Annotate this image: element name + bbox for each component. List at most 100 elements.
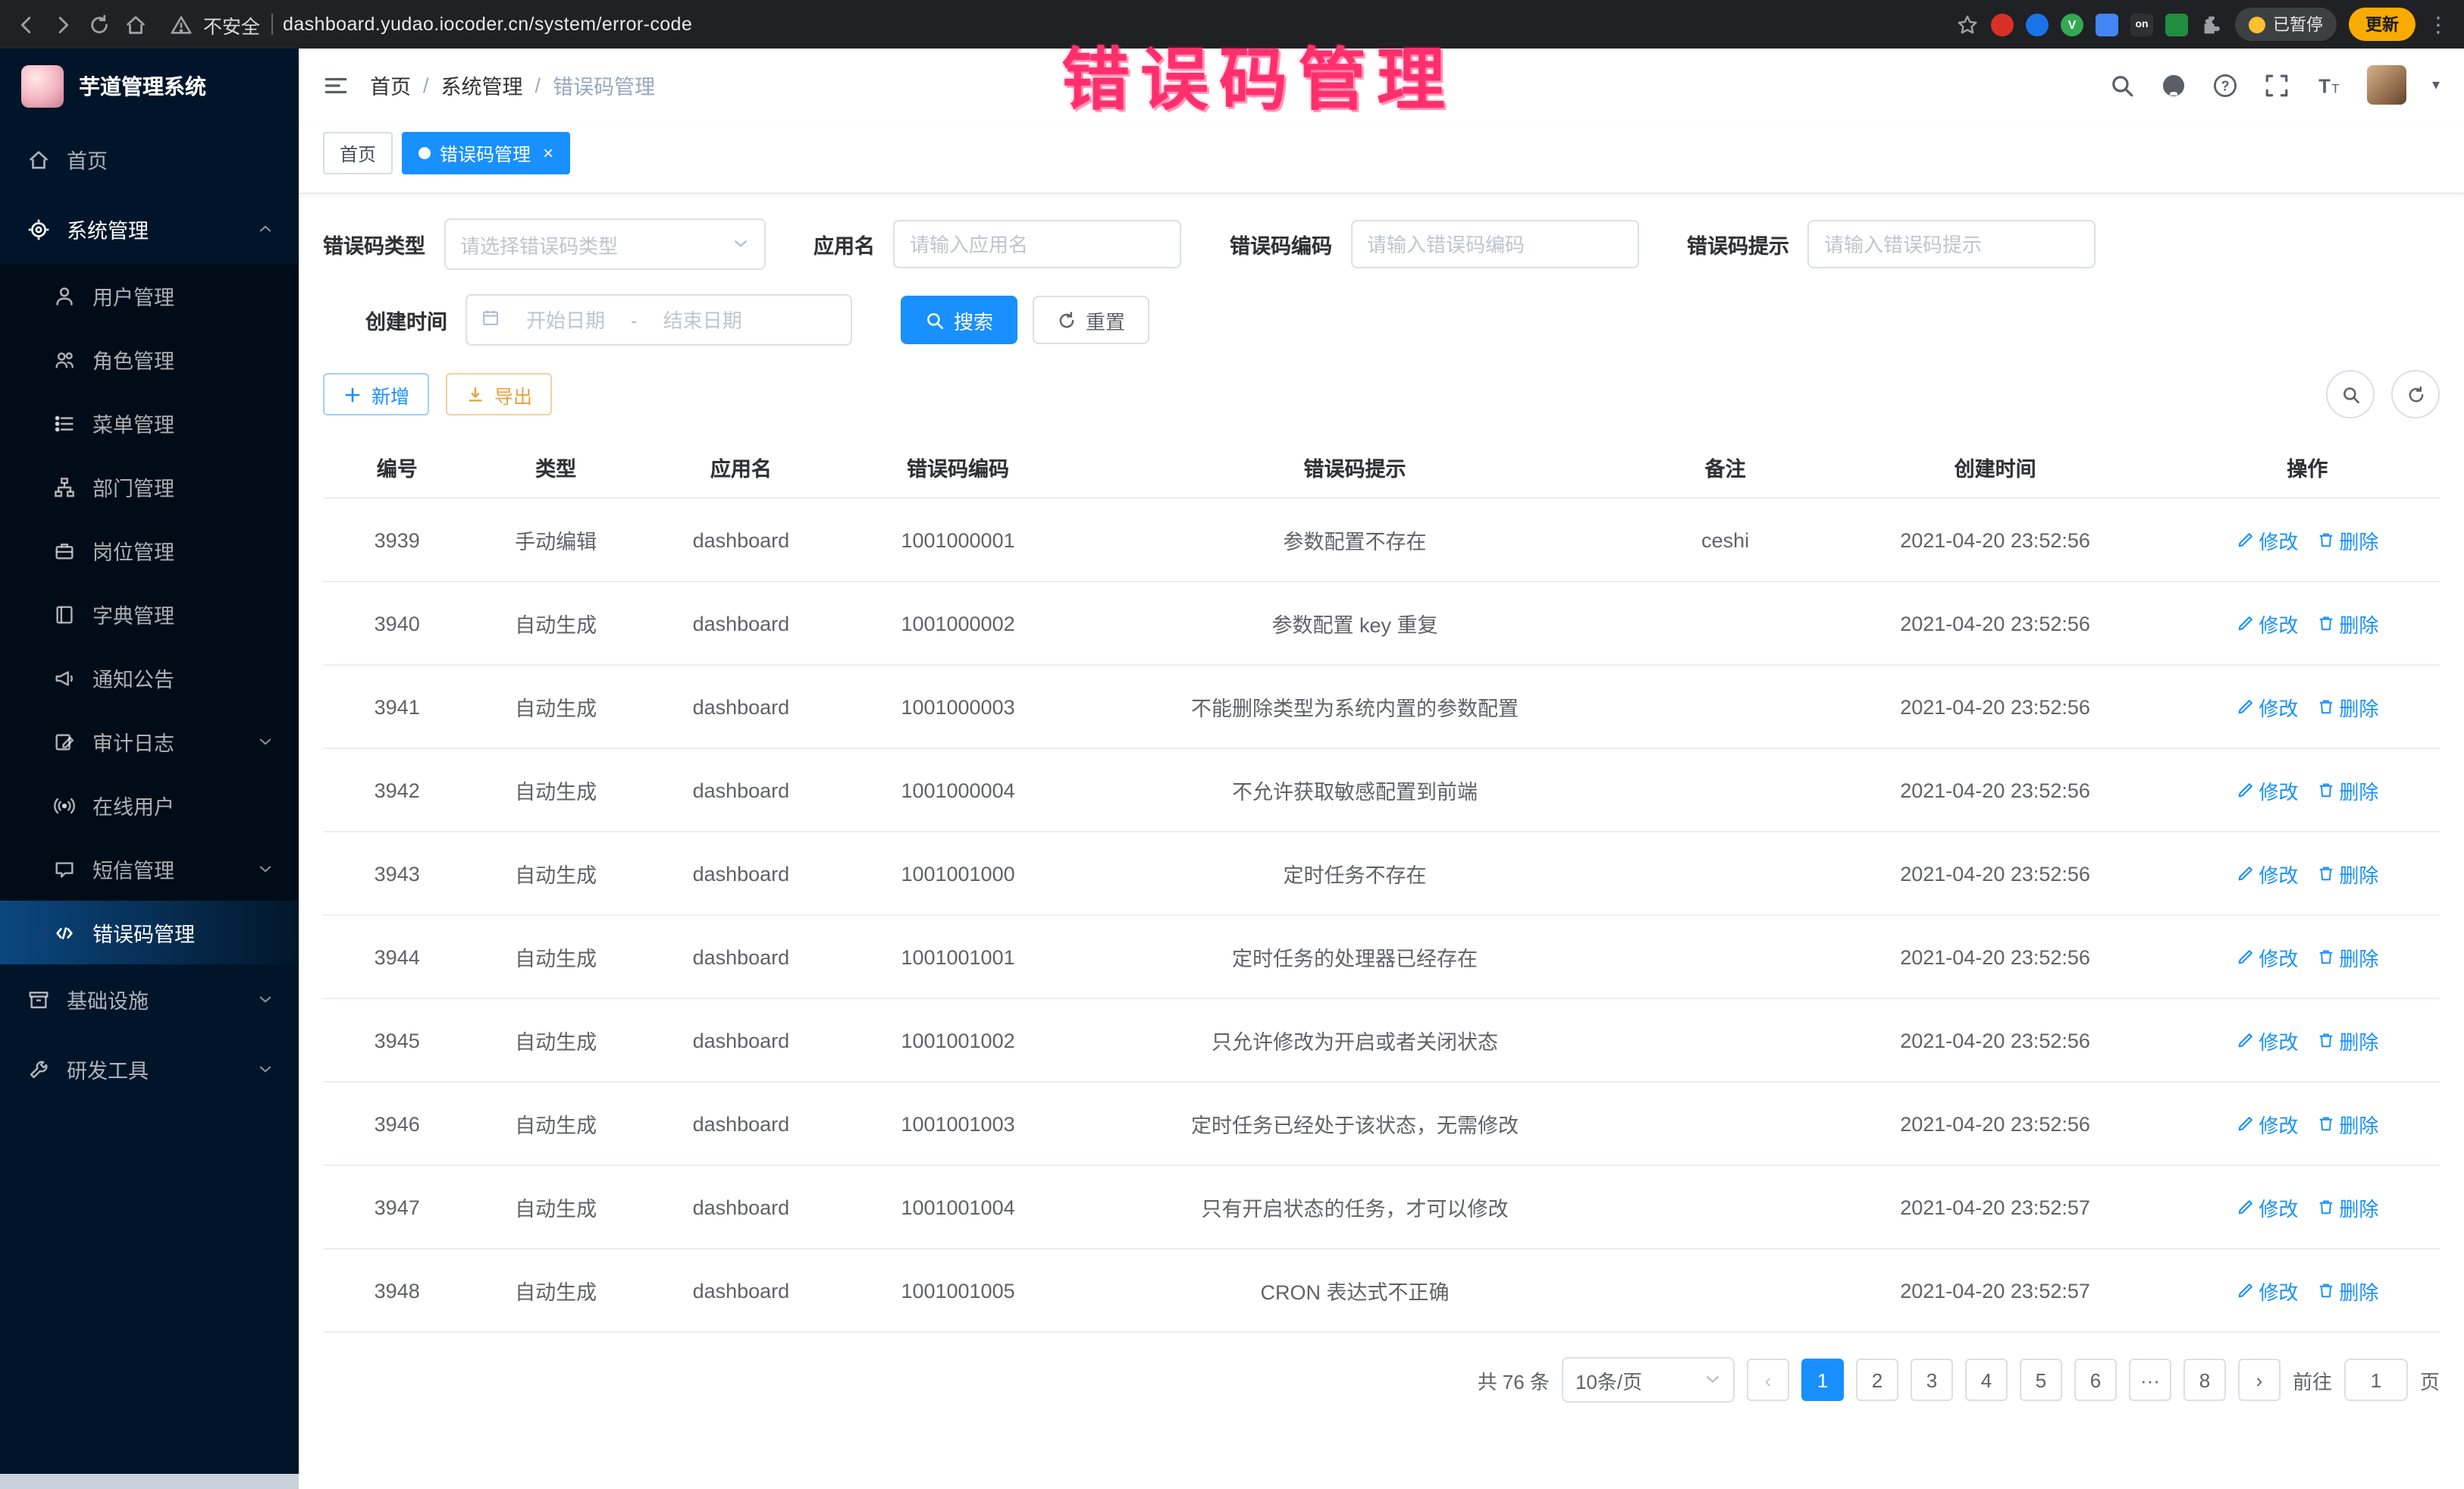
- delete-link[interactable]: 删除: [2316, 1026, 2378, 1055]
- page-ellipsis[interactable]: ···: [2129, 1359, 2171, 1401]
- fullscreen-icon[interactable]: [2264, 72, 2290, 98]
- page-button[interactable]: 4: [1965, 1359, 2008, 1401]
- puzzle-extensions-icon[interactable]: [2200, 13, 2223, 36]
- app-name-input[interactable]: [893, 220, 1181, 268]
- filter-label: 错误码提示: [1687, 229, 1789, 259]
- toggle-search-button[interactable]: [2326, 370, 2375, 418]
- prev-page-button[interactable]: ‹: [1747, 1359, 1789, 1401]
- delete-link[interactable]: 删除: [2316, 1276, 2378, 1305]
- help-icon[interactable]: ?: [2212, 72, 2238, 98]
- edit-link[interactable]: 修改: [2236, 1193, 2298, 1221]
- error-type-select[interactable]: 请选择错误码类型: [444, 218, 765, 270]
- caret-down-icon[interactable]: ▾: [2432, 77, 2440, 93]
- goto-page-input[interactable]: [2344, 1359, 2408, 1401]
- sidebar-item-devtools[interactable]: 研发工具: [0, 1034, 299, 1104]
- tab-error-code[interactable]: 错误码管理 ×: [402, 132, 570, 174]
- extension-blue-drop-icon[interactable]: [2026, 13, 2049, 36]
- edit-link[interactable]: 修改: [2236, 776, 2298, 804]
- filter-type: 错误码类型 请选择错误码类型: [323, 218, 765, 270]
- delete-link[interactable]: 删除: [2316, 525, 2378, 554]
- reload-icon[interactable]: [88, 13, 111, 36]
- message-bubble-icon: [52, 857, 76, 881]
- sidebar-item-menus[interactable]: 菜单管理: [0, 391, 299, 455]
- delete-link[interactable]: 删除: [2316, 859, 2378, 888]
- reset-button[interactable]: 重置: [1033, 296, 1149, 344]
- breadcrumb-separator: /: [535, 74, 541, 96]
- edit-link[interactable]: 修改: [2236, 859, 2298, 888]
- address-bar[interactable]: 不安全 dashboard.yudao.iocoder.cn/system/er…: [170, 10, 692, 39]
- delete-link[interactable]: 删除: [2316, 1193, 2378, 1221]
- sidebar-item-system[interactable]: 系统管理: [0, 194, 299, 264]
- date-range-picker[interactable]: -: [466, 294, 852, 346]
- sidebar-item-audit-log[interactable]: 审计日志: [0, 710, 299, 773]
- sidebar-item-users[interactable]: 用户管理: [0, 264, 299, 328]
- back-icon[interactable]: [15, 13, 38, 36]
- delete-link[interactable]: 删除: [2316, 609, 2378, 638]
- sidebar-scrollbar[interactable]: [0, 1474, 299, 1489]
- main-area: 首页 / 系统管理 / 错误码管理 ? TT ▾: [299, 49, 2464, 1489]
- reset-button-label: 重置: [1086, 306, 1125, 334]
- edit-link[interactable]: 修改: [2236, 525, 2298, 554]
- sidebar-item-notices[interactable]: 通知公告: [0, 646, 299, 710]
- update-button[interactable]: 更新: [2349, 8, 2415, 41]
- sidebar-item-infrastructure[interactable]: 基础设施: [0, 964, 299, 1034]
- export-button[interactable]: 导出: [446, 373, 552, 415]
- page-button[interactable]: 6: [2074, 1359, 2117, 1401]
- search-icon[interactable]: [2109, 72, 2135, 98]
- sidebar-item-error-code[interactable]: 错误码管理: [0, 901, 299, 964]
- close-icon[interactable]: ×: [543, 144, 553, 162]
- extension-red-icon[interactable]: [1991, 13, 2014, 36]
- home-icon[interactable]: [124, 13, 147, 36]
- edit-link[interactable]: 修改: [2236, 1276, 2298, 1305]
- github-icon[interactable]: [2161, 72, 2187, 98]
- next-page-button[interactable]: ›: [2238, 1359, 2281, 1401]
- delete-link[interactable]: 删除: [2316, 1109, 2378, 1138]
- sidebar-item-label: 短信管理: [92, 854, 174, 884]
- extension-grid-icon[interactable]: [2096, 13, 2118, 36]
- extension-leaf-icon[interactable]: [2165, 13, 2188, 36]
- kebab-menu-icon[interactable]: ⋮: [2428, 11, 2449, 37]
- edit-link[interactable]: 修改: [2236, 942, 2298, 971]
- page-size-select[interactable]: 10条/页: [1562, 1357, 1735, 1403]
- edit-link[interactable]: 修改: [2236, 609, 2298, 638]
- edit-link[interactable]: 修改: [2236, 1109, 2298, 1138]
- extension-green-check-icon[interactable]: V: [2061, 13, 2083, 36]
- breadcrumb-home[interactable]: 首页: [370, 70, 411, 100]
- page-button[interactable]: 5: [2020, 1359, 2062, 1401]
- refresh-button[interactable]: [2391, 370, 2440, 418]
- bookmark-star-icon[interactable]: [1956, 13, 1979, 36]
- delete-link[interactable]: 删除: [2316, 692, 2378, 721]
- breadcrumb-system[interactable]: 系统管理: [441, 70, 523, 100]
- delete-link[interactable]: 删除: [2316, 776, 2378, 804]
- page-button[interactable]: 1: [1801, 1359, 1844, 1401]
- sidebar-item-posts[interactable]: 岗位管理: [0, 519, 299, 582]
- avatar[interactable]: [2367, 65, 2406, 105]
- search-button[interactable]: 搜索: [901, 296, 1017, 344]
- edit-link[interactable]: 修改: [2236, 692, 2298, 721]
- end-date-input[interactable]: [645, 307, 760, 333]
- paused-badge[interactable]: 已暂停: [2235, 8, 2337, 41]
- forward-icon[interactable]: [52, 13, 74, 36]
- sidebar-item-home[interactable]: 首页: [0, 124, 299, 194]
- error-hint-input[interactable]: [1807, 220, 2096, 268]
- add-button[interactable]: 新增: [323, 373, 429, 415]
- start-date-input[interactable]: [508, 307, 623, 333]
- font-size-icon[interactable]: TT: [2315, 72, 2341, 98]
- extension-on-badge-icon[interactable]: on: [2130, 13, 2153, 36]
- sidebar-item-online-users[interactable]: 在线用户: [0, 773, 299, 837]
- page-button[interactable]: 8: [2183, 1359, 2226, 1401]
- sidebar-item-departments[interactable]: 部门管理: [0, 455, 299, 519]
- hamburger-icon[interactable]: [323, 72, 349, 98]
- edit-link[interactable]: 修改: [2236, 1026, 2298, 1055]
- app-logo[interactable]: 芋道管理系统: [0, 49, 299, 124]
- sidebar-item-roles[interactable]: 角色管理: [0, 328, 299, 391]
- cell-app: dashboard: [641, 1112, 842, 1135]
- tab-home[interactable]: 首页: [323, 132, 393, 174]
- pencil-icon: [2236, 1114, 2254, 1133]
- sidebar-item-dictionary[interactable]: 字典管理: [0, 582, 299, 646]
- page-button[interactable]: 3: [1911, 1359, 1953, 1401]
- error-code-input[interactable]: [1350, 220, 1638, 268]
- sidebar-item-sms[interactable]: 短信管理: [0, 837, 299, 901]
- page-button[interactable]: 2: [1856, 1359, 1898, 1401]
- delete-link[interactable]: 删除: [2316, 942, 2378, 971]
